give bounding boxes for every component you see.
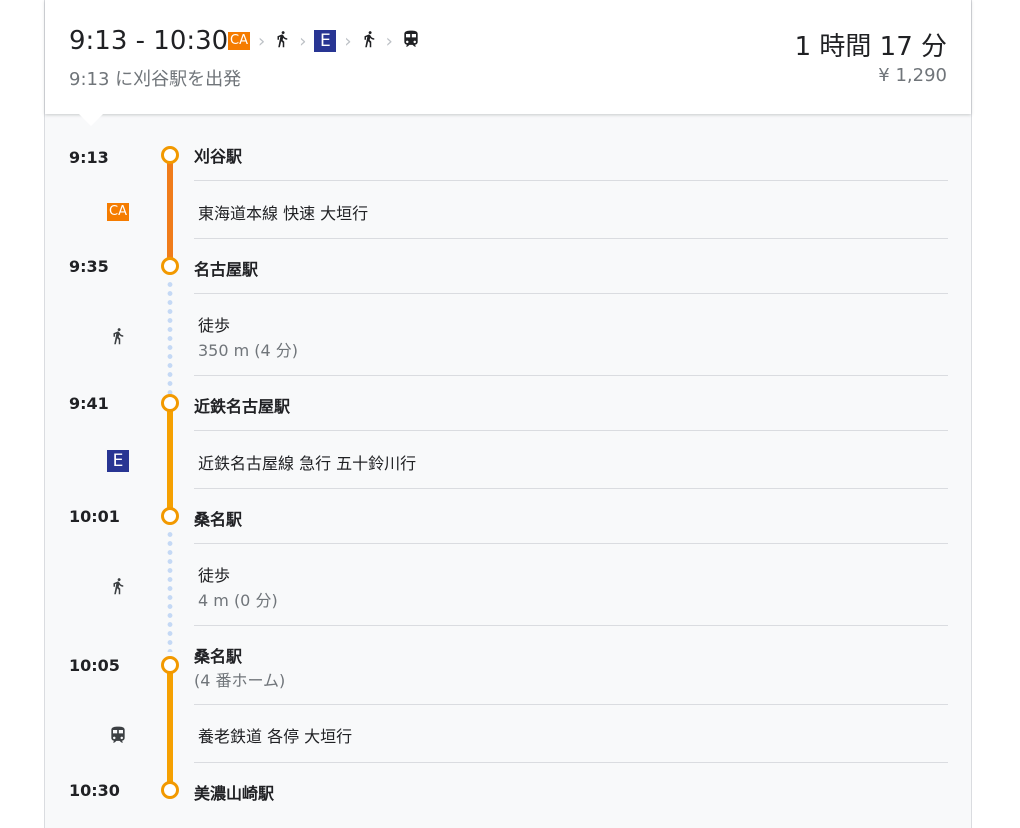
e-line-badge: E	[107, 450, 129, 472]
walk-icon	[273, 28, 291, 54]
stop-name[interactable]: 名古屋駅	[194, 256, 258, 280]
walk-dotted-line	[167, 280, 173, 394]
divider	[194, 430, 948, 431]
walk-icon	[109, 325, 127, 351]
stop-name[interactable]: 刈谷駅	[194, 143, 242, 167]
transit-line-segment	[167, 160, 173, 261]
divider	[194, 180, 948, 181]
stop-node	[161, 257, 179, 275]
route-mode-summary: CA › › E › ›	[228, 26, 421, 56]
divider	[194, 704, 948, 705]
transit-line-segment	[167, 670, 173, 784]
walk-label: 徒歩	[198, 566, 231, 585]
ca-line-badge: CA	[107, 200, 129, 221]
train-icon	[401, 28, 421, 54]
segment-line-name[interactable]: 近鉄名古屋線 急行 五十鈴川行	[198, 450, 416, 474]
stop-name[interactable]: 近鉄名古屋駅	[194, 393, 290, 417]
divider	[194, 625, 948, 626]
platform-number: (4 番ホーム)	[194, 671, 286, 690]
stop-node	[161, 507, 179, 525]
stop-name[interactable]: 桑名駅	[194, 506, 242, 530]
divider	[194, 543, 948, 544]
chevron-right-icon: ›	[385, 30, 393, 52]
route-summary-header[interactable]: 9:13 - 10:30 CA › › E › › 9:13 に刈谷駅を出発 1…	[45, 0, 971, 114]
walk-dotted-line	[167, 530, 173, 652]
stop-name[interactable]: 美濃山崎駅	[194, 780, 274, 804]
header-pointer-caret	[79, 114, 103, 126]
divider	[194, 488, 948, 489]
fare-amount: ¥ 1,290	[878, 65, 947, 86]
time-range: 9:13 - 10:30	[69, 26, 229, 56]
stop-node	[161, 781, 179, 799]
stop-node	[161, 394, 179, 412]
stop-time: 10:01	[69, 507, 120, 526]
walk-distance: 4 m (0 分)	[198, 591, 278, 610]
total-duration: 1 時間 17 分	[794, 32, 947, 62]
divider	[194, 762, 948, 763]
stop-time: 10:05	[69, 656, 120, 675]
e-line-badge: E	[314, 30, 337, 52]
stop-name[interactable]: 桑名駅	[194, 643, 242, 667]
departure-summary: 9:13 に刈谷駅を出発	[69, 69, 242, 90]
divider	[194, 238, 948, 239]
chevron-right-icon: ›	[344, 30, 352, 52]
segment-line-name[interactable]: 東海道本線 快速 大垣行	[198, 200, 368, 224]
walk-distance: 350 m (4 分)	[198, 341, 299, 360]
route-details-card: 9:13 - 10:30 CA › › E › › 9:13 に刈谷駅を出発 1…	[44, 0, 972, 828]
ca-line-badge: CA	[228, 32, 250, 50]
train-icon	[108, 724, 128, 750]
segment-line-name[interactable]: 養老鉄道 各停 大垣行	[198, 723, 352, 747]
divider	[194, 375, 948, 376]
stop-node	[161, 146, 179, 164]
chevron-right-icon: ›	[258, 30, 266, 52]
stop-node	[161, 656, 179, 674]
stop-time: 10:30	[69, 781, 120, 800]
stop-time: 9:35	[69, 257, 109, 276]
stop-time: 9:41	[69, 394, 109, 413]
walk-icon	[109, 575, 127, 601]
chevron-right-icon: ›	[299, 30, 307, 52]
walk-icon	[360, 28, 378, 54]
divider	[194, 293, 948, 294]
walk-label: 徒歩	[198, 316, 231, 335]
transit-line-segment	[167, 410, 173, 510]
stop-time: 9:13	[69, 148, 109, 167]
